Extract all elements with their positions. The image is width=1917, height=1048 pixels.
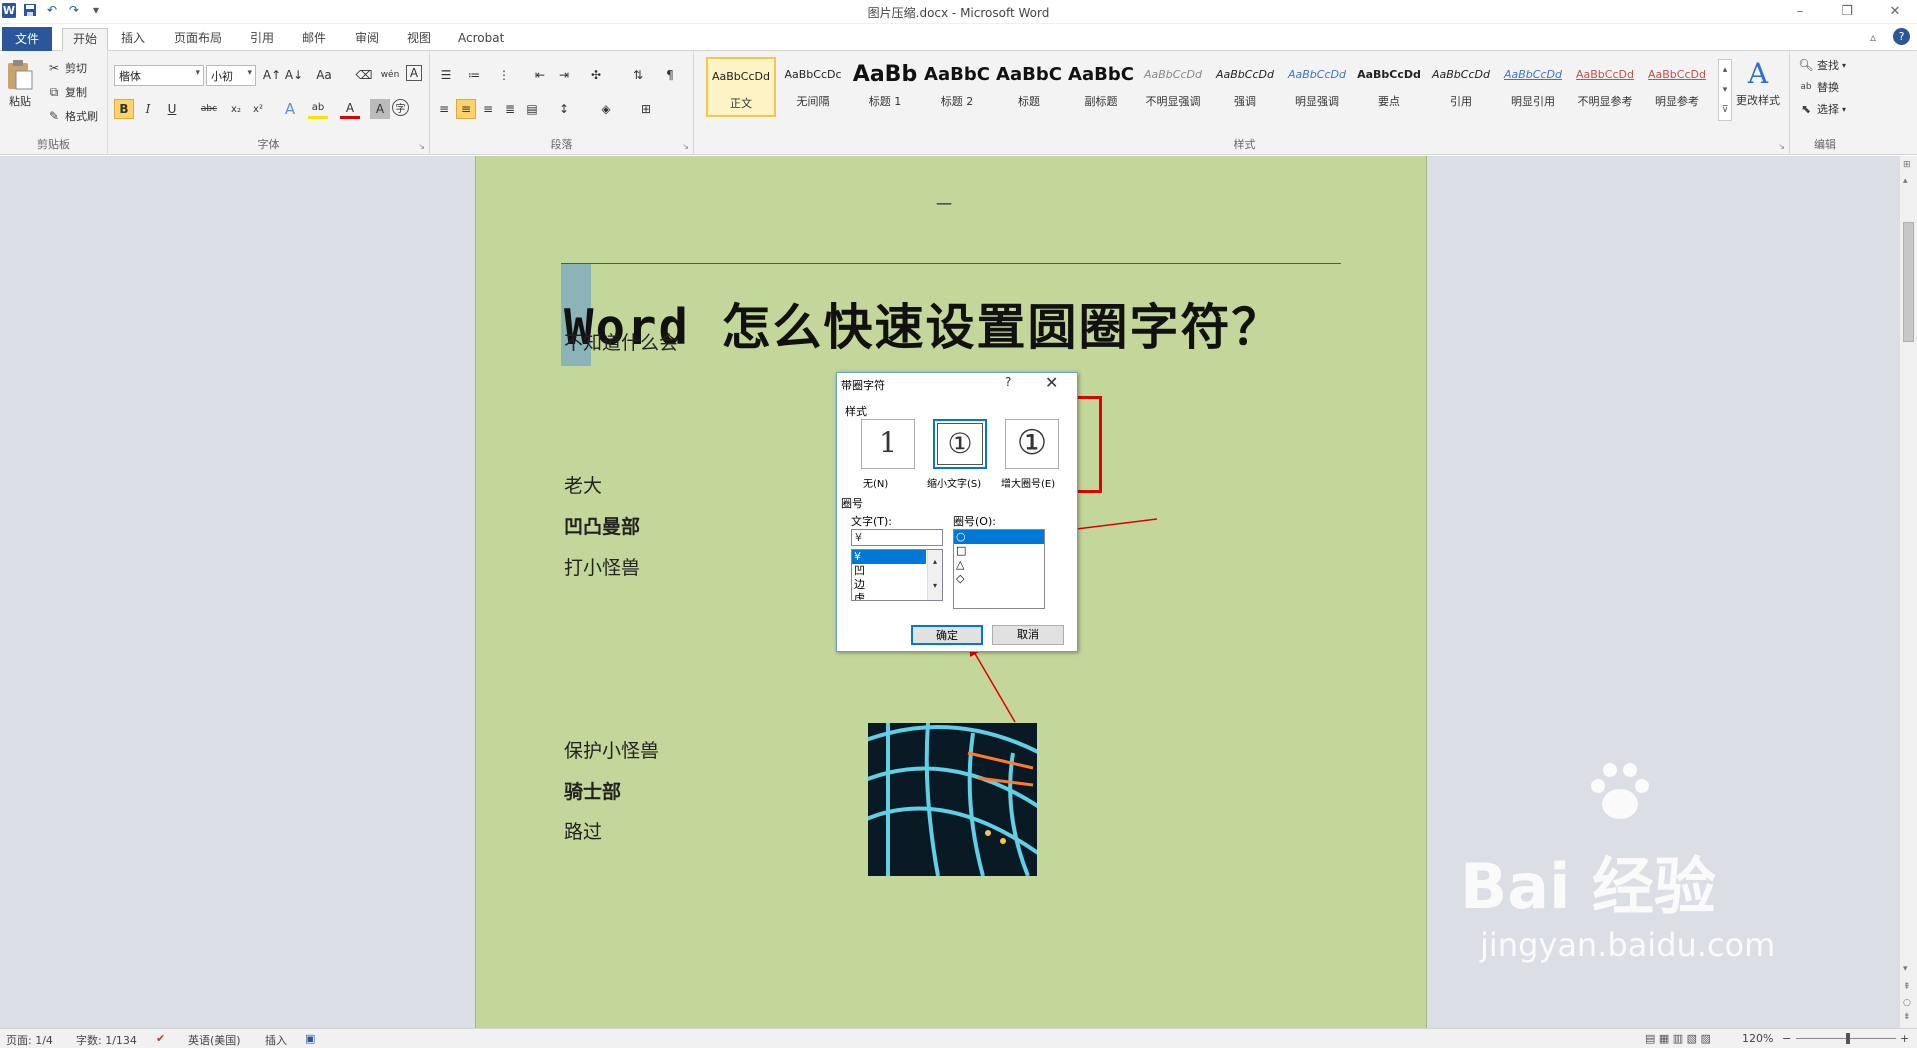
zoom-level[interactable]: 120% [1742,1032,1773,1045]
status-bar: 页面: 1/4 字数: 1/134 ✔ 英语(美国) 插入 ▣ ▤ ▦ ▥ ▧ … [0,1028,1917,1048]
browse-object-icon[interactable]: ○ [1903,998,1911,1008]
scroll-down-icon[interactable]: ▾ [1903,964,1908,974]
text-item[interactable]: ¥ [852,550,926,564]
style-none-label: 无(N) [863,479,889,490]
next-page-icon[interactable]: ⇟ [1903,1012,1911,1022]
dialog-help-button[interactable]: ? [1005,375,1011,389]
proofing-icon[interactable]: ✔ [156,1032,165,1045]
circle-item[interactable]: ○ [954,530,1044,544]
zoom-out-button[interactable]: − [1782,1032,1791,1045]
ruler-toggle-icon[interactable]: ⊞ [1903,160,1911,170]
text-listbox[interactable]: ¥ 凹 边 虑 ▴ ▾ [851,549,943,601]
circle-item[interactable]: ◇ [954,572,1044,586]
text-listbox-scrollbar[interactable]: ▴ ▾ [927,550,942,600]
enclose-characters-dialog[interactable]: 带圈字符 ? ✕ 样式 1 ① ① 无(N) 缩小文字(S) 增大圈号(E) 圈… [836,372,1078,652]
previous-page-icon[interactable]: ⇞ [1903,982,1911,992]
style-option-enlarge-circle[interactable]: ① [1005,419,1059,469]
insert-mode[interactable]: 插入 [265,1032,287,1048]
style-enlarge-preview: ① [1016,423,1048,463]
scroll-up-icon[interactable]: ▴ [1903,176,1908,186]
style-option-none[interactable]: 1 [861,419,915,469]
text-field-label: 文字(T): [851,515,893,528]
language-indicator[interactable]: 英语(美国) [188,1032,241,1048]
scroll-thumb[interactable] [1903,222,1914,342]
circle-item[interactable]: □ [954,544,1044,558]
style-shrink-preview: ① [947,427,973,460]
cancel-button[interactable]: 取消 [992,625,1064,645]
circle-item[interactable]: △ [954,558,1044,572]
dialog-title: 带圈字符 [841,379,885,392]
style-shrink-label: 缩小文字(S) [927,479,982,490]
text-input[interactable]: ¥ [851,529,943,546]
style-enlarge-label: 增大圈号(E) [1001,479,1056,490]
vertical-scrollbar[interactable]: ⊞ ▴ ▾ ⇞ ○ ⇟ [1899,156,1917,1028]
circle-field-label: 圈号(O): [953,515,996,528]
style-none-preview: 1 [879,426,897,459]
enclosure-section-label: 圈号 [841,497,863,510]
dialog-close-button[interactable]: ✕ [1045,373,1058,392]
macro-record-icon[interactable]: ▣ [305,1032,315,1045]
ok-button[interactable]: 确定 [911,625,983,645]
style-option-shrink-text[interactable]: ① [933,419,987,469]
style-section-label: 样式 [845,405,867,418]
zoom-slider-thumb[interactable] [1846,1033,1850,1044]
zoom-in-button[interactable]: + [1900,1032,1909,1045]
circle-listbox[interactable]: ○ □ △ ◇ [953,529,1045,609]
view-print-layout-icon[interactable]: ▤ ▦ ▥ ▧ ▨ [1645,1032,1711,1045]
page-count[interactable]: 页面: 1/4 [6,1032,53,1048]
word-count[interactable]: 字数: 1/134 [76,1032,137,1048]
